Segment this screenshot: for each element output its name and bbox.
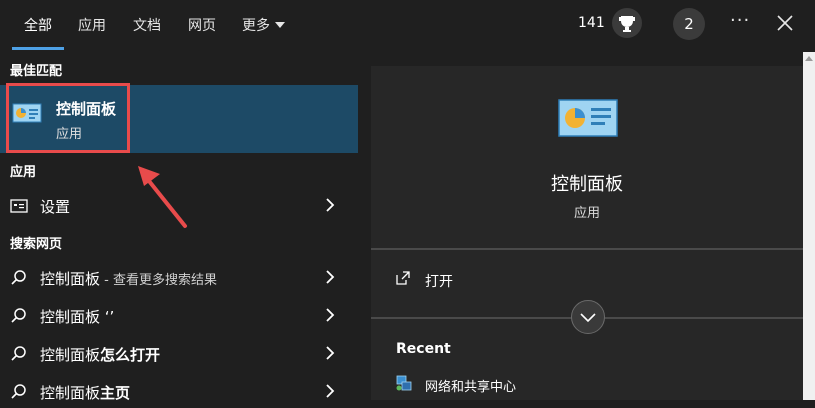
active-tab-indicator	[12, 47, 64, 50]
chevron-right-icon	[325, 197, 335, 213]
more-options-icon[interactable]: ···	[730, 10, 750, 31]
web-result-suffix: 主页	[100, 384, 131, 402]
scrollbar[interactable]	[803, 52, 815, 400]
recent-item-label: 网络和共享中心	[425, 380, 517, 395]
web-search-header: 搜索网页	[10, 237, 63, 252]
chevron-right-icon	[325, 345, 335, 361]
chevron-right-icon	[325, 307, 335, 323]
tab-documents[interactable]: 文档	[133, 15, 161, 35]
network-icon	[395, 374, 413, 392]
rewards-points: 141	[578, 15, 605, 31]
chevron-right-icon	[325, 383, 335, 399]
apps-header: 应用	[10, 165, 37, 180]
scroll-up-icon[interactable]	[805, 56, 813, 61]
trophy-icon[interactable]	[612, 8, 642, 38]
search-icon	[10, 345, 28, 363]
web-result-item[interactable]: 控制面板 ‘’	[0, 298, 358, 332]
tab-web[interactable]: 网页	[188, 15, 216, 35]
search-icon	[10, 307, 28, 325]
best-match-header: 最佳匹配	[10, 64, 63, 79]
web-result-item[interactable]: 控制面板主页	[0, 374, 358, 408]
web-result-term: 控制面板	[40, 270, 101, 288]
open-external-icon	[395, 270, 411, 286]
chevron-down-icon	[580, 313, 596, 323]
tab-more[interactable]: 更多	[242, 15, 285, 35]
control-panel-icon	[557, 98, 619, 140]
open-label: 打开	[425, 274, 453, 290]
expand-button[interactable]	[571, 300, 605, 334]
search-top-bar: 全部 应用 文档 网页 更多 141 2 ···	[0, 0, 815, 50]
tab-all[interactable]: 全部	[24, 15, 52, 35]
search-icon	[10, 383, 28, 401]
open-action[interactable]: 打开	[395, 270, 595, 290]
web-result-term: 控制面板	[40, 346, 101, 364]
close-icon[interactable]	[775, 13, 795, 33]
profile-badge[interactable]: 2	[673, 8, 705, 40]
caret-down-icon	[275, 22, 285, 28]
details-title: 控制面板	[551, 174, 623, 195]
web-result-term: 控制面板 ‘’	[40, 308, 115, 326]
best-match-title: 控制面板	[56, 100, 117, 118]
tab-more-label: 更多	[242, 18, 270, 34]
web-result-suffix: - 查看更多搜索结果	[100, 273, 217, 288]
web-result-item[interactable]: 控制面板 - 查看更多搜索结果	[0, 260, 358, 294]
search-icon	[10, 269, 28, 287]
settings-icon	[10, 197, 28, 215]
web-result-term: 控制面板	[40, 384, 101, 402]
annotation-arrow	[130, 150, 200, 240]
details-subtitle: 应用	[573, 206, 600, 221]
web-result-item[interactable]: 控制面板怎么打开	[0, 336, 358, 370]
list-item-label: 设置	[40, 198, 71, 216]
chevron-right-icon	[325, 269, 335, 285]
web-result-suffix: 怎么打开	[100, 346, 161, 364]
best-match-subtitle: 应用	[56, 127, 83, 142]
tab-apps[interactable]: 应用	[78, 15, 106, 35]
recent-item[interactable]: 网络和共享中心	[395, 374, 695, 395]
recent-header: Recent	[396, 341, 451, 357]
control-panel-icon	[12, 102, 42, 126]
divider	[371, 248, 803, 250]
